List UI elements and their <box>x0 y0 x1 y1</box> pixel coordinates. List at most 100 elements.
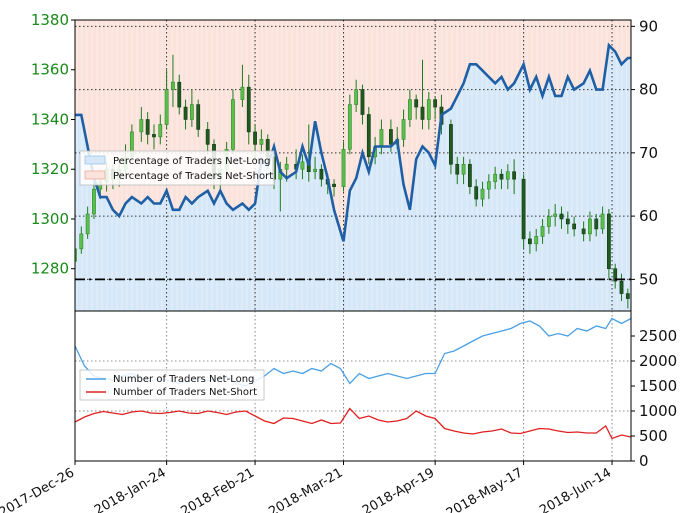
price-axis-tick-label: 1300 <box>31 210 69 228</box>
percentage-axis-ticks: 50 60 70 80 90 <box>631 17 658 288</box>
price-axis-tick-label: 1280 <box>31 260 69 278</box>
candle-body <box>553 213 558 217</box>
candle-body <box>313 168 317 173</box>
candle-body <box>171 81 175 90</box>
candle-body <box>619 280 624 294</box>
candle-body <box>521 178 526 240</box>
candle-body <box>347 104 352 150</box>
legend-swatch-net-long <box>84 155 106 165</box>
candle-body <box>177 81 182 108</box>
candle-body <box>354 89 359 105</box>
price-axis-ticks: 1280 1300 1320 1340 1360 1380 <box>31 11 75 278</box>
candle-body <box>341 149 346 187</box>
percentage-axis-tick-label: 80 <box>639 81 658 99</box>
count-axis-tick-label: 1500 <box>639 377 677 395</box>
count-axis-tick-label: 500 <box>639 427 668 445</box>
date-axis-ticks: 2017-Dec-26 2018-Jan-24 2018-Feb-21 2018-Ma… <box>0 461 614 513</box>
candle-body <box>300 161 305 170</box>
candle-body <box>493 173 498 182</box>
candle-body <box>389 129 393 145</box>
price-axis-tick-label: 1340 <box>31 110 69 128</box>
legend-label-net-short: Percentage of Traders Net-Short <box>113 171 273 182</box>
candle-body <box>433 99 438 108</box>
candle-body <box>534 236 539 245</box>
candle-body <box>572 223 577 230</box>
candle-body <box>231 99 235 150</box>
candle-body <box>332 183 336 187</box>
candle-body <box>189 104 194 120</box>
candle-body <box>546 216 551 227</box>
candle-body <box>79 233 84 250</box>
candle-body <box>474 186 479 200</box>
candle-body <box>606 213 611 270</box>
count-axis-tick-label: 2000 <box>639 352 677 370</box>
candle-body <box>85 213 90 235</box>
candle-body <box>360 89 365 115</box>
date-axis-tick-label: 2018-Mar-21 <box>266 465 345 513</box>
percentage-axis-tick-label: 70 <box>639 144 658 162</box>
candle-body <box>253 131 257 145</box>
candle-body <box>420 106 425 120</box>
candle-body <box>196 104 201 130</box>
percentage-axis-tick-label: 50 <box>639 270 658 288</box>
price-axis-tick-label: 1360 <box>31 61 69 79</box>
date-axis-tick-label: 2018-Jan-24 <box>92 465 169 513</box>
candle-body <box>426 99 431 120</box>
candle-body <box>240 86 245 100</box>
candle-body <box>480 188 485 200</box>
candle-body <box>319 168 324 180</box>
legend-label-long-count: Number of Traders Net-Long <box>113 374 254 385</box>
price-panel-legend: Percentage of Traders Net-Long Percentag… <box>79 150 275 186</box>
candle-body <box>379 129 384 148</box>
candle-body <box>158 124 163 138</box>
candle-body <box>581 228 586 235</box>
date-axis-tick-label: 2018-Feb-21 <box>179 465 258 513</box>
candle-body <box>486 181 491 190</box>
candle-body <box>183 106 188 120</box>
count-panel-legend: Number of Traders Net-Long Number of Tra… <box>79 369 265 401</box>
candle-body <box>600 213 605 230</box>
candle-body <box>625 293 630 299</box>
price-axis-tick-label: 1320 <box>31 160 69 178</box>
count-axis-tick-label: 0 <box>639 452 649 470</box>
legend-label-net-long: Percentage of Traders Net-Long <box>113 156 271 167</box>
candle-body <box>499 173 504 180</box>
candle-body <box>164 89 169 125</box>
candle-body <box>407 99 412 120</box>
candle-body <box>461 163 466 175</box>
sentiment-chart: 1280 1300 1320 1340 1360 1380 50 60 70 80 90 Perc… <box>0 11 677 513</box>
candle-body <box>505 171 510 180</box>
candle-body <box>152 134 156 138</box>
candle-body <box>92 188 96 215</box>
candle-body <box>540 226 545 237</box>
candle-body <box>205 129 210 145</box>
percentage-axis-tick-label: 90 <box>639 17 658 35</box>
date-axis-tick-label: 2018-Jun-14 <box>537 465 614 513</box>
legend-swatch-net-short <box>84 170 106 180</box>
candle-body <box>401 119 406 140</box>
candle-body <box>455 163 460 175</box>
price-axis-tick-label: 1380 <box>31 11 69 29</box>
candle-body <box>414 99 419 108</box>
candle-body <box>366 114 371 158</box>
candle-body <box>594 218 599 230</box>
date-axis-tick-label: 2018-May-17 <box>444 465 526 513</box>
price-panel: 1280 1300 1320 1340 1360 1380 50 60 70 80 90 Perc… <box>31 11 658 312</box>
percentage-axis-tick-label: 60 <box>639 207 658 225</box>
count-axis-tick-label: 1000 <box>639 402 677 420</box>
candle-body <box>565 218 570 225</box>
candle-body <box>449 124 453 165</box>
candle-body <box>512 171 517 180</box>
candle-body <box>284 163 289 170</box>
legend-label-short-count: Number of Traders Net-Short <box>113 387 257 398</box>
candle-body <box>139 119 144 133</box>
candle-body <box>259 139 264 145</box>
count-axis-ticks: 0 500 1000 1500 2000 2500 <box>631 327 677 470</box>
count-panel: 0 500 1000 1500 2000 2500 Number of Traders N… <box>74 310 677 470</box>
candle-body <box>559 213 564 220</box>
candle-body <box>145 119 150 135</box>
candle-body <box>246 86 251 133</box>
candle-body <box>467 163 472 187</box>
candle-body <box>528 238 532 245</box>
date-axis-tick-label: 2018-Apr-19 <box>360 465 437 513</box>
